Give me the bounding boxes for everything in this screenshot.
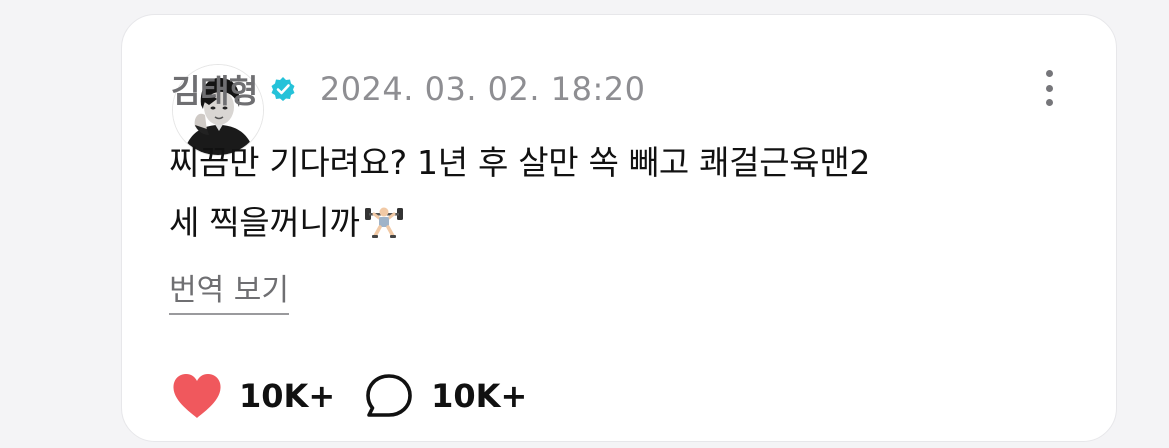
post-actions: 10K+ 10K+: [169, 371, 527, 421]
post-body-line-1: 찌끔만 기다려요? 1년 후 살만 쏙 빼고 쾌걸근육맨2: [169, 143, 871, 182]
post-header: 김태형 2024. 03. 02. 18:20: [171, 67, 645, 111]
author-name[interactable]: 김태형: [171, 66, 258, 112]
like-count: 10K+: [239, 377, 336, 415]
post-body: 찌끔만 기다려요? 1년 후 살만 쏙 빼고 쾌걸근육맨2 세 찍을꺼니까: [169, 133, 1069, 253]
comment-button[interactable]: 10K+: [361, 372, 527, 420]
heart-icon[interactable]: [169, 372, 225, 420]
verified-badge-icon: [271, 77, 295, 101]
more-options-icon[interactable]: [1041, 70, 1057, 106]
comment-count: 10K+: [431, 377, 528, 415]
comment-bubble-icon[interactable]: [361, 372, 417, 420]
like-button[interactable]: 10K+: [169, 372, 335, 420]
post-body-line-2-wrap: 세 찍을꺼니까: [169, 193, 1069, 253]
post-timestamp: 2024. 03. 02. 18:20: [319, 70, 646, 108]
weightlifter-emoji-icon: [364, 207, 403, 238]
post-body-line-2: 세 찍을꺼니까: [169, 203, 360, 242]
post-card: 김태형 2024. 03. 02. 18:20 찌끔만 기다려요? 1년 후 살…: [121, 14, 1117, 442]
translate-link[interactable]: 번역 보기: [169, 271, 289, 315]
